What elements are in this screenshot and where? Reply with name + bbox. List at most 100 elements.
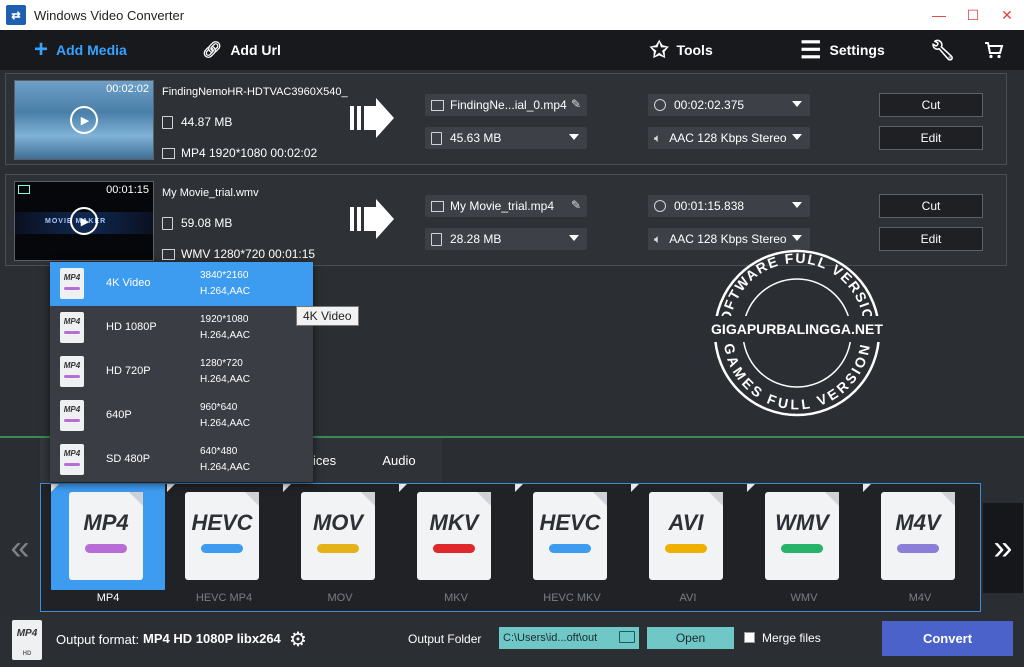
preset-resolution: 960*640 [200, 402, 238, 413]
key-icon: 🔧︎ [930, 39, 956, 62]
maximize-button[interactable]: ☐ [956, 0, 990, 30]
convert-arrow-icon [350, 98, 394, 138]
play-icon[interactable]: ▶ [70, 207, 98, 235]
play-icon[interactable]: ▶ [70, 106, 98, 134]
tab-audio[interactable]: Audio [356, 438, 442, 483]
cut-button[interactable]: Cut [879, 194, 983, 218]
corner-marker [399, 484, 407, 492]
output-duration-dropdown[interactable]: 00:02:02.375 [648, 94, 810, 116]
video-thumbnail[interactable]: 00:01:15 MOVIE MAKER ▶ [14, 181, 154, 261]
register-key-button[interactable]: 🔧︎ [930, 30, 955, 70]
source-filename: FindingNemoHR-HDTVAC3960X540_ [162, 86, 348, 98]
add-media-button[interactable]: + Add Media [34, 30, 127, 70]
edit-button[interactable]: Edit [879, 126, 983, 150]
output-folder-input[interactable]: C:\Users\id...oft\out [499, 627, 639, 649]
format-mov[interactable]: MOV [283, 484, 397, 590]
audio-track-dropdown[interactable]: 🔈︎ AAC 128 Kbps Stereo [648, 127, 810, 149]
thumbnail-duration: 00:01:15 [106, 184, 149, 196]
corner-marker [631, 484, 639, 492]
scroll-right-button[interactable]: » [983, 503, 1023, 593]
format-mkv[interactable]: MKV [399, 484, 513, 590]
thumbnail-duration: 00:02:02 [106, 83, 149, 95]
scroll-left-button[interactable]: « [0, 503, 40, 593]
output-size-dropdown[interactable]: 28.28 MB [425, 228, 587, 250]
output-duration-dropdown[interactable]: 00:01:15.838 [648, 195, 810, 217]
preset-codec: H.264,AAC [200, 374, 251, 385]
tools-icon: ✩ [650, 37, 669, 62]
preset-item-1080p[interactable]: MP4 HD 1080P 1920*1080 H.264,AAC [50, 306, 313, 350]
svg-text:GAMES FULL VERSION: GAMES FULL VERSION [721, 342, 873, 413]
format-label: WMV [790, 592, 818, 604]
format-avi[interactable]: AVI [631, 484, 745, 590]
audio-track-dropdown[interactable]: 🔈︎ AAC 128 Kbps Stereo [648, 228, 810, 250]
close-button[interactable]: ✕ [990, 0, 1024, 30]
link-icon: 🔗︎ [202, 42, 223, 59]
preset-item-4k[interactable]: MP4 4K Video 3840*2160 H.264,AAC [50, 262, 313, 306]
output-name-field[interactable]: My Movie_trial.mp4 ✎ [425, 195, 587, 217]
tools-label: Tools [676, 42, 713, 58]
source-size-value: 44.87 MB [181, 115, 233, 129]
add-url-button[interactable]: 🔗︎ Add Url [202, 30, 281, 70]
output-name-value: FindingNe...ial_0.mp4 [450, 98, 567, 112]
preset-item-720p[interactable]: MP4 HD 720P 1280*720 H.264,AAC [50, 350, 313, 394]
convert-button[interactable]: Convert [882, 621, 1013, 656]
add-media-label: Add Media [56, 42, 127, 58]
output-format-value: MP4 HD 1080P libx264 [143, 631, 281, 646]
pencil-icon[interactable]: ✎ [571, 97, 581, 111]
preset-resolution: 1920*1080 [200, 314, 249, 325]
cart-icon [985, 42, 1004, 59]
add-url-label: Add Url [230, 42, 281, 58]
title-bar: ⇄ Windows Video Converter — ☐ ✕ [0, 0, 1024, 30]
output-format-label: Output format: [56, 632, 140, 647]
main-toolbar: + Add Media 🔗︎ Add Url ✩ Tools ☰ Setting… [0, 30, 1024, 70]
settings-button[interactable]: ☰ Settings [800, 30, 885, 70]
chevron-down-icon [569, 235, 579, 241]
preset-name: HD 1080P [106, 321, 157, 333]
edit-button[interactable]: Edit [879, 227, 983, 251]
wmv-format-icon: WMV [765, 492, 839, 580]
format-label: AVI [679, 592, 697, 604]
mp4-file-icon: MP4 [60, 268, 84, 299]
output-size-value: 28.28 MB [450, 232, 502, 246]
format-wmv[interactable]: WMV [747, 484, 861, 590]
hevc-format-icon: HEVC [185, 492, 259, 580]
preset-name: SD 480P [106, 453, 151, 465]
preset-item-480p[interactable]: MP4 SD 480P 640*480 H.264,AAC [50, 438, 313, 482]
pencil-icon[interactable]: ✎ [571, 198, 581, 212]
flag-icon [18, 185, 30, 194]
format-m4v[interactable]: M4V [863, 484, 977, 590]
output-size-dropdown[interactable]: 45.63 MB [425, 127, 587, 149]
tools-button[interactable]: ✩ Tools [650, 30, 713, 70]
gear-icon[interactable]: ⚙ [289, 627, 307, 652]
chevron-down-icon [792, 235, 802, 241]
chevron-down-icon [792, 101, 802, 107]
corner-marker [167, 484, 175, 492]
source-info-value: MP4 1920*1080 00:02:02 [181, 146, 318, 160]
cut-button[interactable]: Cut [879, 93, 983, 117]
merge-files-checkbox[interactable] [744, 632, 755, 643]
video-icon [162, 248, 175, 260]
avi-format-icon: AVI [649, 492, 723, 580]
output-name-value: My Movie_trial.mp4 [450, 199, 555, 213]
media-item[interactable]: 00:02:02 ▶ FindingNemoHR-HDTVAC3960X540_… [5, 73, 1007, 165]
format-mp4[interactable]: MP4 [51, 484, 165, 590]
open-folder-button[interactable]: Open [647, 627, 734, 649]
video-thumbnail[interactable]: 00:02:02 ▶ [14, 80, 154, 160]
minimize-button[interactable]: — [922, 0, 956, 30]
output-name-field[interactable]: FindingNe...ial_0.mp4 ✎ [425, 94, 587, 116]
video-icon [431, 200, 444, 212]
file-icon [431, 232, 442, 246]
preset-resolution: 1280*720 [200, 358, 243, 369]
folder-icon[interactable] [619, 631, 635, 643]
preset-item-640p[interactable]: MP4 640P 960*640 H.264,AAC [50, 394, 313, 438]
convert-arrow-icon [350, 199, 394, 239]
preset-codec: H.264,AAC [200, 330, 251, 341]
source-info: MP4 1920*1080 00:02:02 [162, 146, 317, 160]
format-hevc-mkv[interactable]: HEVC [515, 484, 629, 590]
preset-name: 4K Video [106, 277, 151, 289]
hevc-format-icon: HEVC [533, 492, 607, 580]
format-hevc-mp4[interactable]: HEVC [167, 484, 281, 590]
watermark-bottom-text: GAMES FULL VERSION [721, 342, 872, 413]
format-label: M4V [908, 592, 932, 604]
buy-cart-button[interactable] [984, 30, 1004, 70]
